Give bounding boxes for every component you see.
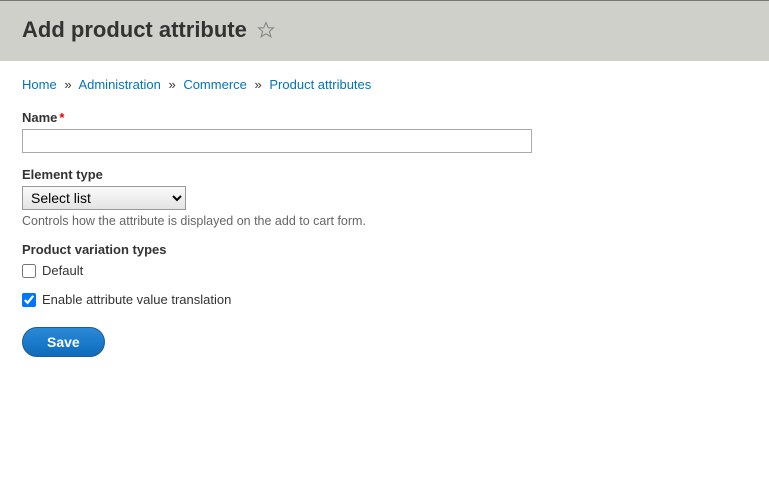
name-label: Name*: [22, 110, 747, 125]
variation-type-default-row: Default: [22, 263, 747, 278]
save-button[interactable]: Save: [22, 327, 105, 357]
form-actions: Save: [22, 327, 747, 357]
enable-translation-label[interactable]: Enable attribute value translation: [42, 292, 231, 307]
breadcrumb-separator: »: [64, 77, 71, 92]
breadcrumb-home[interactable]: Home: [22, 77, 57, 92]
breadcrumb-administration[interactable]: Administration: [78, 77, 160, 92]
required-marker: *: [59, 110, 64, 125]
name-label-text: Name: [22, 110, 57, 125]
breadcrumb-separator: »: [168, 77, 175, 92]
breadcrumb: Home » Administration » Commerce » Produ…: [22, 77, 747, 92]
breadcrumb-commerce[interactable]: Commerce: [183, 77, 247, 92]
variation-type-default-checkbox[interactable]: [22, 264, 36, 278]
form-item-element-type: Element type Select list Controls how th…: [22, 167, 747, 228]
variation-type-default-label[interactable]: Default: [42, 263, 83, 278]
enable-translation-row: Enable attribute value translation: [22, 292, 747, 307]
breadcrumb-product-attributes[interactable]: Product attributes: [269, 77, 371, 92]
form-item-enable-translation: Enable attribute value translation: [22, 292, 747, 307]
page-header: Add product attribute: [0, 0, 769, 61]
enable-translation-checkbox[interactable]: [22, 293, 36, 307]
page-title-wrap: Add product attribute: [22, 17, 747, 43]
element-type-select[interactable]: Select list: [22, 186, 186, 210]
element-type-label: Element type: [22, 167, 747, 182]
element-type-description: Controls how the attribute is displayed …: [22, 214, 747, 228]
name-input[interactable]: [22, 129, 532, 153]
form-item-name: Name*: [22, 110, 747, 153]
star-icon[interactable]: [257, 21, 275, 39]
variation-types-label: Product variation types: [22, 242, 747, 257]
form-item-variation-types: Product variation types Default: [22, 242, 747, 278]
page-title: Add product attribute: [22, 17, 247, 43]
content-region: Home » Administration » Commerce » Produ…: [0, 61, 769, 373]
breadcrumb-separator: »: [255, 77, 262, 92]
